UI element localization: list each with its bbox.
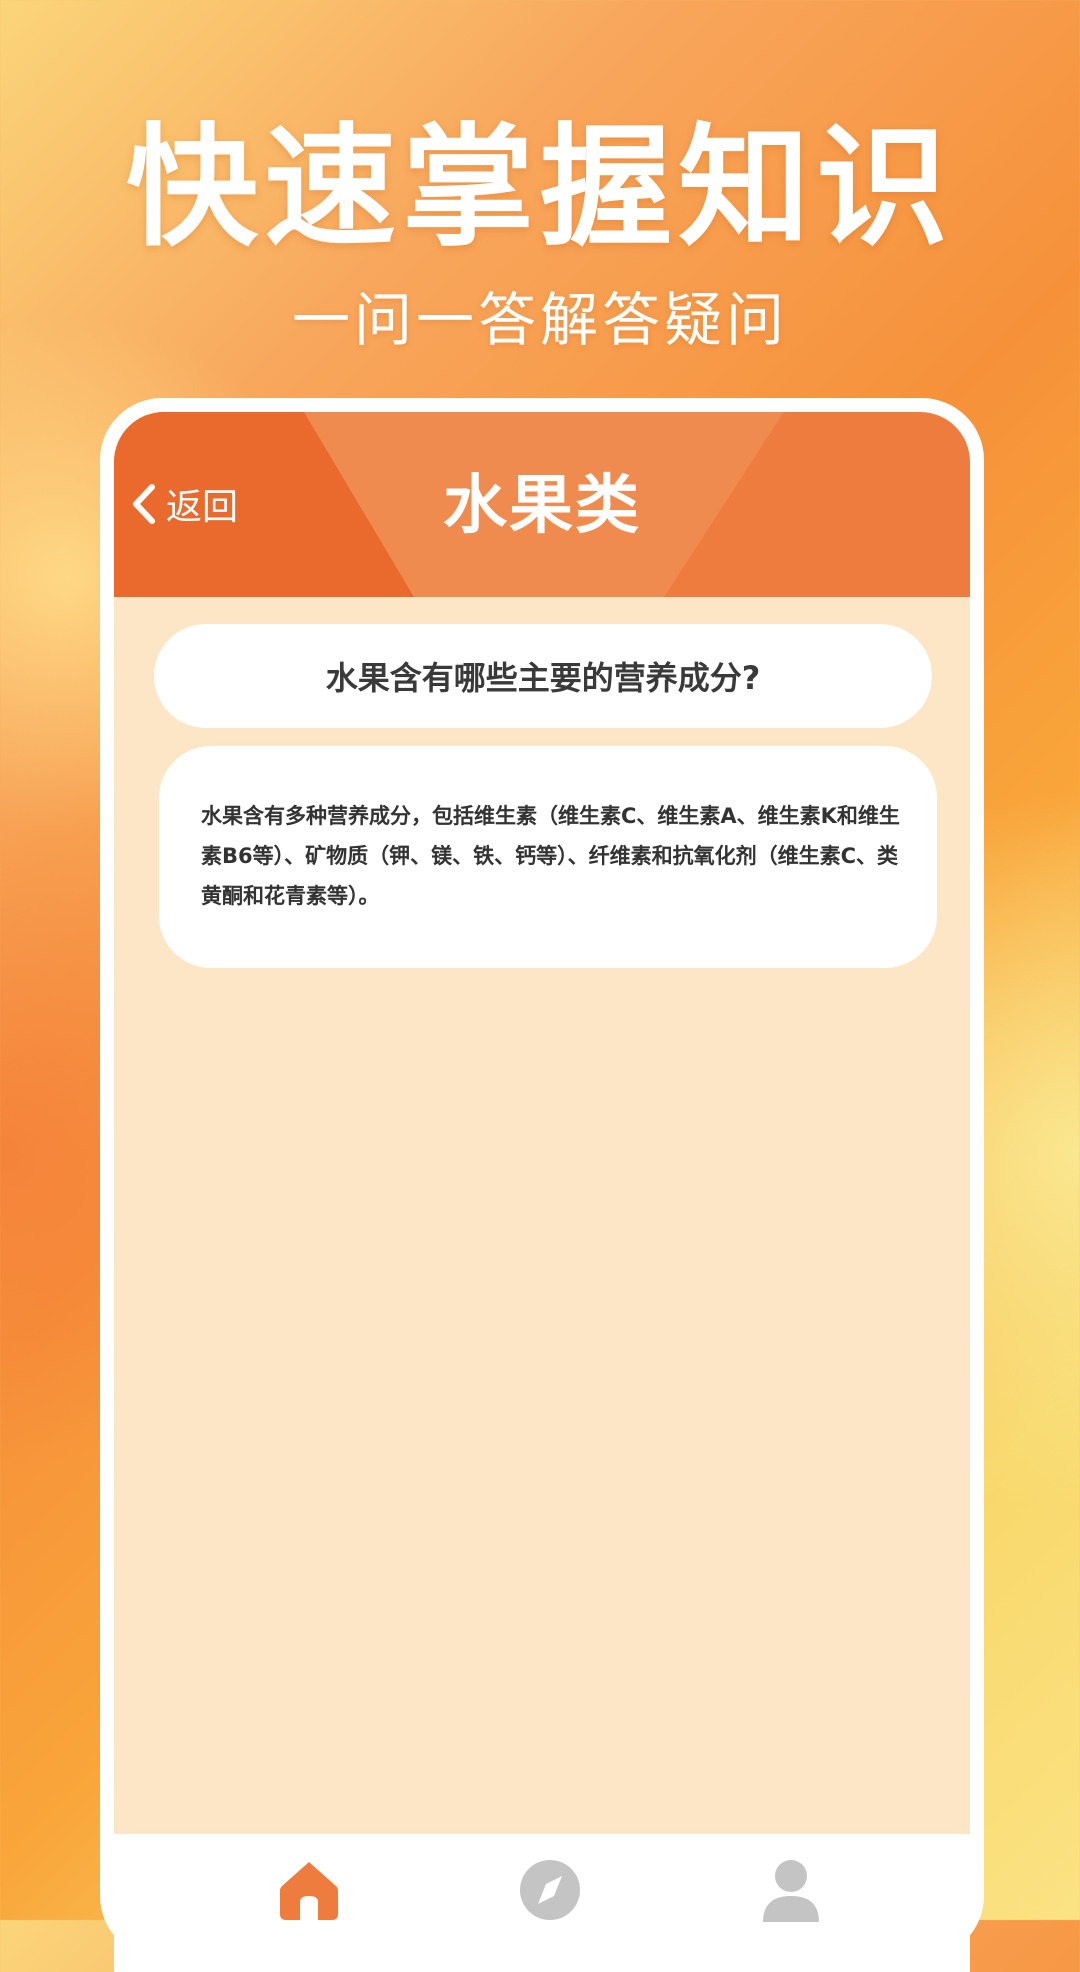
promo-subtitle: 一问一答解答疑问: [291, 286, 788, 354]
answer-text: 水果含有多种营养成分，包括维生素（维生素C、维生素A、维生素K和维生素B6等）、…: [201, 804, 900, 908]
page-header: 返回 水果类: [114, 412, 970, 597]
profile-icon: [763, 1860, 819, 1922]
tab-bar: [114, 1834, 970, 1972]
page-title: 水果类: [443, 469, 641, 543]
tab-home[interactable]: [274, 1858, 344, 1938]
tab-discover[interactable]: [515, 1858, 585, 1938]
question-card: 水果含有哪些主要的营养成分?: [154, 624, 932, 728]
home-icon: [280, 1862, 338, 1920]
compass-icon: [520, 1860, 580, 1920]
tab-profile[interactable]: [756, 1858, 826, 1938]
promo-title: 快速掌握知识: [126, 111, 954, 265]
phone-frame: 返回 水果类 水果含有哪些主要的营养成分? 水果含有多种营养成分，包括维生素（维…: [100, 398, 984, 1972]
question-text: 水果含有哪些主要的营养成分?: [325, 659, 761, 697]
phone-screen: 返回 水果类 水果含有哪些主要的营养成分? 水果含有多种营养成分，包括维生素（维…: [114, 412, 970, 1972]
answer-card: 水果含有多种营养成分，包括维生素（维生素C、维生素A、维生素K和维生素B6等）、…: [159, 746, 937, 968]
